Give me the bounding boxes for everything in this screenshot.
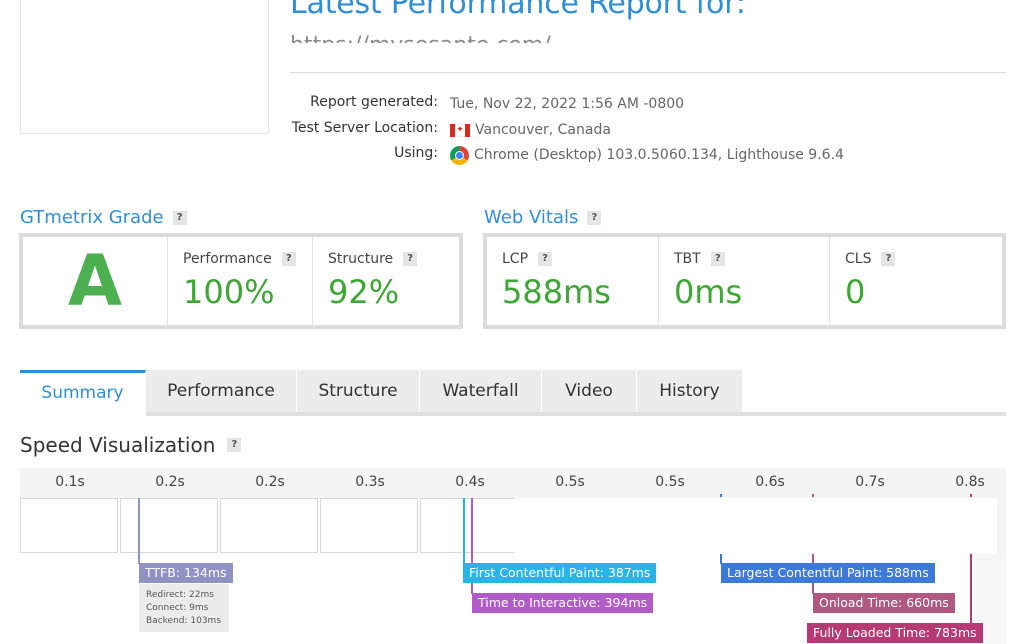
performance-value: 100% bbox=[183, 273, 275, 311]
filmstrip-frame[interactable] bbox=[20, 498, 118, 553]
tbt-label: TBT bbox=[674, 251, 701, 267]
speed-visualization-heading: Speed Visualization ? bbox=[20, 433, 242, 457]
using-value: Chrome (Desktop) 103.0.5060.134, Lightho… bbox=[474, 147, 844, 163]
gtmetrix-grade-heading: GTmetrix Grade ? bbox=[20, 207, 187, 228]
tick-label: 0.7s bbox=[855, 474, 885, 490]
chrome-icon bbox=[450, 145, 469, 165]
filmstrip-frame-edge bbox=[997, 498, 1006, 554]
using-label: Using: bbox=[394, 145, 438, 161]
onload-marker-tick bbox=[812, 494, 814, 497]
speed-help-icon[interactable]: ? bbox=[227, 438, 242, 452]
fully-loaded-label: Fully Loaded Time: 783ms bbox=[807, 623, 983, 643]
tick-label: 0.6s bbox=[755, 474, 785, 490]
tick-label: 0.5s bbox=[555, 474, 585, 490]
meta-report-generated: Report generated: Tue, Nov 22, 2022 1:56… bbox=[0, 94, 1013, 114]
tab-video[interactable]: Video bbox=[542, 370, 637, 412]
ttfb-label: TTFB: 134ms bbox=[139, 563, 233, 583]
gtmetrix-grade-panel: A Performance? 100% Structure? 92% bbox=[19, 233, 463, 329]
tab-summary[interactable]: Summary bbox=[20, 370, 146, 412]
structure-value: 92% bbox=[328, 273, 400, 311]
cls-value: 0 bbox=[845, 273, 866, 311]
tick-label: 0.5s bbox=[655, 474, 685, 490]
filmstrip-frame[interactable] bbox=[420, 498, 514, 553]
meta-server-location: Test Server Location: ✦ Vancouver, Canad… bbox=[0, 120, 1013, 140]
onload-label: Onload Time: 660ms bbox=[813, 593, 955, 613]
lcp-marker-tick bbox=[720, 494, 722, 497]
ttfb-backend: Backend: 103ms bbox=[146, 616, 222, 626]
performance-cell: Performance? 100% bbox=[168, 237, 313, 325]
performance-label: Performance bbox=[183, 251, 272, 267]
cls-label: CLS bbox=[845, 251, 872, 267]
tab-structure[interactable]: Structure bbox=[297, 370, 420, 412]
lcp-value: 588ms bbox=[502, 273, 611, 311]
fcp-marker-line bbox=[463, 498, 465, 564]
tick-label: 0.4s bbox=[455, 474, 485, 490]
report-url-container: https://mysesante.com/ bbox=[290, 30, 610, 43]
structure-help-icon[interactable]: ? bbox=[403, 252, 418, 266]
filmstrip-frame[interactable] bbox=[120, 498, 218, 553]
lcp-cell: LCP? 588ms bbox=[487, 237, 659, 325]
ttfb-redirect: Redirect: 22ms bbox=[146, 590, 214, 600]
cls-help-icon[interactable]: ? bbox=[881, 252, 896, 266]
grade-letter: A bbox=[67, 240, 123, 322]
header-divider bbox=[290, 72, 1006, 73]
grade-letter-cell: A bbox=[23, 237, 168, 325]
tab-history[interactable]: History bbox=[637, 370, 743, 412]
report-tabs: Summary Performance Structure Waterfall … bbox=[20, 370, 743, 416]
filmstrip-frame[interactable] bbox=[320, 498, 418, 553]
vitals-help-icon[interactable]: ? bbox=[587, 210, 602, 225]
tick-label: 0.1s bbox=[55, 474, 85, 490]
ttfb-connect: Connect: 9ms bbox=[146, 603, 209, 613]
server-location-value: Vancouver, Canada bbox=[475, 122, 611, 138]
ttfb-marker-line bbox=[138, 498, 140, 564]
fcp-label: First Contentful Paint: 387ms bbox=[463, 563, 657, 583]
tick-label: 0.2s bbox=[255, 474, 285, 490]
performance-help-icon[interactable]: ? bbox=[281, 252, 296, 266]
report-generated-label: Report generated: bbox=[310, 94, 438, 110]
web-vitals-panel: LCP? 588ms TBT? 0ms CLS? 0 bbox=[483, 233, 1006, 329]
lcp-label: LCP bbox=[502, 251, 529, 267]
lcp-marker-label: Largest Contentful Paint: 588ms bbox=[721, 563, 935, 583]
fully-loaded-marker-tick bbox=[970, 494, 972, 497]
filmstrip-frame[interactable] bbox=[220, 498, 318, 553]
structure-label: Structure bbox=[328, 251, 394, 267]
web-vitals-heading: Web Vitals ? bbox=[484, 207, 602, 228]
tab-performance[interactable]: Performance bbox=[146, 370, 297, 412]
tick-label: 0.2s bbox=[155, 474, 185, 490]
meta-using: Using: Chrome (Desktop) 103.0.5060.134, … bbox=[0, 145, 1013, 165]
cls-cell: CLS? 0 bbox=[830, 237, 1002, 325]
tbt-cell: TBT? 0ms bbox=[659, 237, 830, 325]
ttfb-breakdown: Redirect: 22ms Connect: 9ms Backend: 103… bbox=[139, 584, 229, 632]
tick-label: 0.3s bbox=[355, 474, 385, 490]
tbt-value: 0ms bbox=[674, 273, 743, 311]
server-location-label: Test Server Location: bbox=[291, 120, 438, 136]
grade-help-icon[interactable]: ? bbox=[172, 210, 187, 225]
tab-waterfall[interactable]: Waterfall bbox=[420, 370, 542, 412]
tick-label: 0.8s bbox=[955, 474, 985, 490]
tti-label: Time to Interactive: 394ms bbox=[472, 593, 654, 613]
report-generated-value: Tue, Nov 22, 2022 1:56 AM -0800 bbox=[450, 96, 685, 112]
report-url[interactable]: https://mysesante.com/ bbox=[290, 30, 610, 43]
tbt-help-icon[interactable]: ? bbox=[710, 252, 725, 266]
canada-flag-icon: ✦ bbox=[450, 123, 470, 137]
report-title: Latest Performance Report for: bbox=[290, 0, 746, 21]
fully-loaded-marker-line bbox=[970, 554, 972, 624]
lcp-help-icon[interactable]: ? bbox=[538, 252, 553, 266]
structure-cell: Structure? 92% bbox=[313, 237, 459, 325]
